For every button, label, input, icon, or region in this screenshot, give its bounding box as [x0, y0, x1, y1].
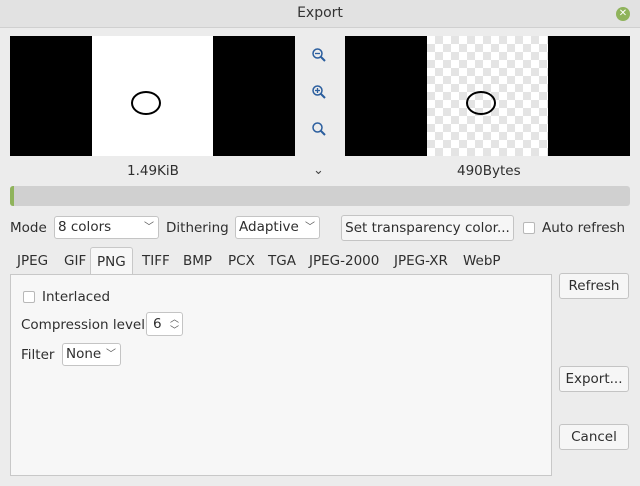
tab-jpeg-xr[interactable]: JPEG-XR	[392, 247, 450, 275]
tab-jpeg[interactable]: JPEG	[15, 247, 50, 275]
chevron-down-icon: ﹀	[305, 222, 315, 233]
set-transparency-button[interactable]: Set transparency color...	[341, 215, 514, 241]
cancel-button[interactable]: Cancel	[559, 424, 629, 450]
dithering-select[interactable]: Adaptive ﹀	[235, 216, 320, 239]
zoom-in-icon[interactable]	[311, 84, 327, 100]
ellipse-shape	[131, 91, 161, 115]
compression-level-value: 6	[153, 316, 162, 332]
original-image	[92, 36, 213, 156]
progress-bar	[10, 186, 630, 206]
mode-label: Mode	[10, 220, 47, 236]
result-preview[interactable]	[345, 36, 630, 156]
chevron-down-icon[interactable]: ﹀	[170, 323, 179, 336]
zoom-out-icon[interactable]	[311, 47, 327, 63]
tab-webp[interactable]: WebP	[461, 247, 503, 275]
original-preview[interactable]	[10, 36, 295, 156]
tab-png[interactable]: PNG	[90, 247, 133, 275]
mode-value: 8 colors	[58, 219, 112, 235]
dithering-value: Adaptive	[239, 219, 299, 235]
original-size-label: 1.49KiB	[127, 163, 179, 179]
chevron-down-icon[interactable]: ⌄	[313, 163, 324, 178]
title-bar: Export ✕	[0, 0, 640, 28]
filter-value: None	[66, 346, 102, 362]
window-title: Export	[297, 5, 343, 21]
result-size-label: 490Bytes	[457, 163, 521, 179]
auto-refresh-label: Auto refresh	[542, 220, 626, 236]
tab-jpeg-2000[interactable]: JPEG-2000	[307, 247, 381, 275]
mode-select[interactable]: 8 colors ﹀	[54, 216, 159, 239]
zoom-fit-icon[interactable]	[311, 121, 327, 137]
export-button[interactable]: Export...	[559, 366, 629, 392]
result-image	[427, 36, 548, 156]
dithering-label: Dithering	[166, 220, 229, 236]
tab-gif[interactable]: GIF	[62, 247, 88, 275]
tab-tiff[interactable]: TIFF	[140, 247, 172, 275]
refresh-button[interactable]: Refresh	[559, 273, 629, 299]
compression-level-stepper[interactable]: 6 ︿ ﹀	[146, 312, 183, 336]
tab-pcx[interactable]: PCX	[226, 247, 257, 275]
chevron-down-icon: ﹀	[144, 222, 154, 233]
interlaced-label: Interlaced	[42, 289, 111, 305]
compression-level-label: Compression level	[21, 317, 145, 333]
tab-tga[interactable]: TGA	[266, 247, 298, 275]
ellipse-shape	[466, 91, 496, 115]
filter-label: Filter	[21, 347, 55, 363]
tab-bmp[interactable]: BMP	[181, 247, 214, 275]
close-icon[interactable]: ✕	[616, 7, 630, 21]
progress-fill	[10, 186, 14, 206]
interlaced-checkbox[interactable]	[23, 291, 35, 303]
auto-refresh-checkbox[interactable]	[523, 222, 535, 234]
chevron-down-icon: ﹀	[106, 349, 116, 360]
filter-select[interactable]: None ﹀	[62, 343, 121, 366]
